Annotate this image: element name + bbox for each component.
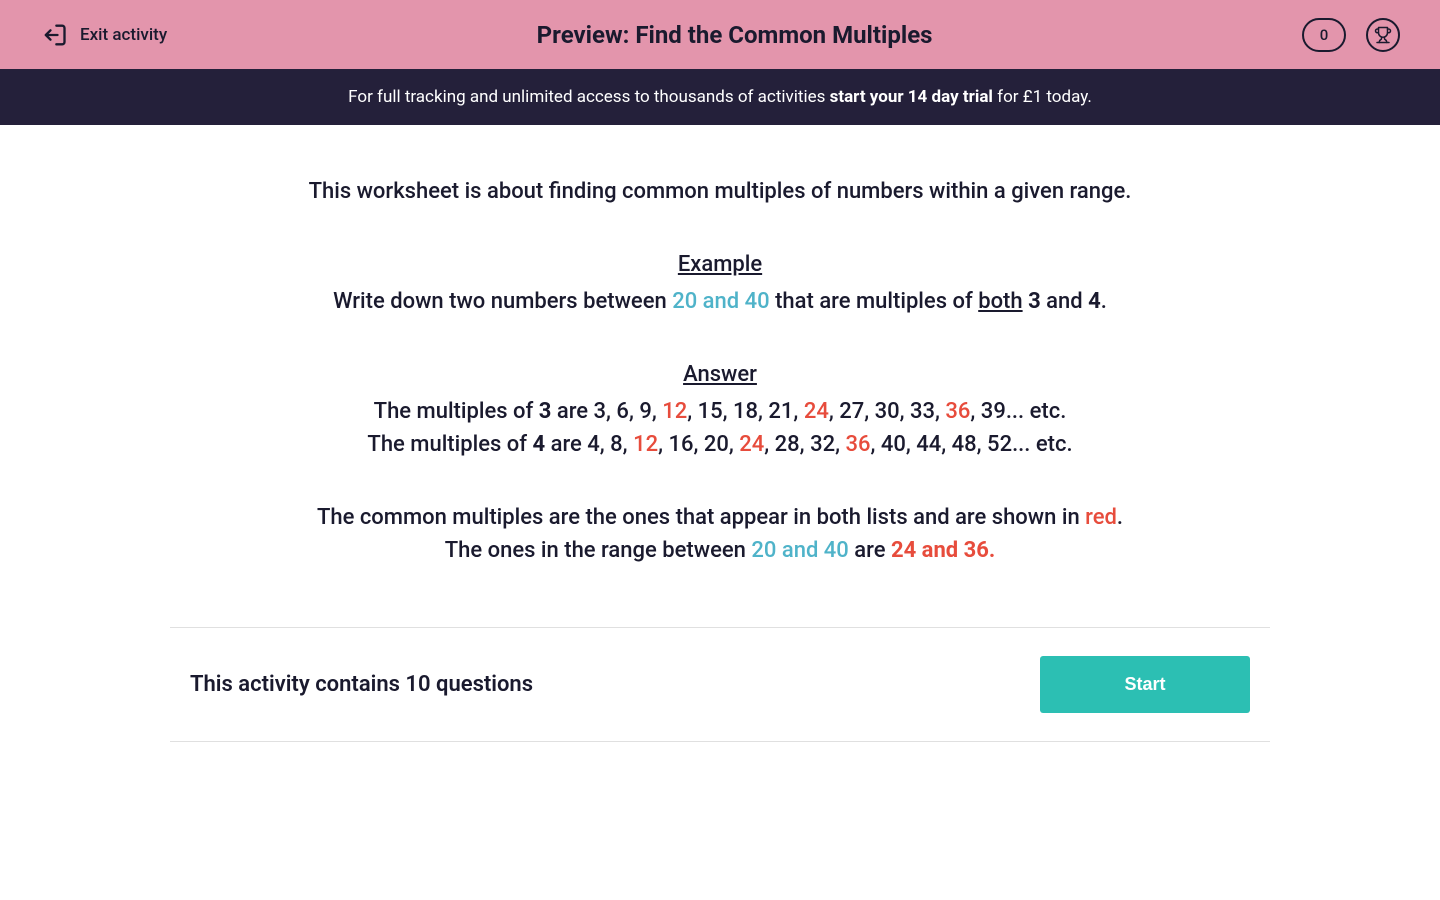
content-area: This worksheet is about finding common m… [170,125,1270,627]
example-block: Example Write down two numbers between 2… [190,248,1250,318]
exit-activity-button[interactable]: Exit activity [40,21,167,49]
trial-banner[interactable]: For full tracking and unlimited access t… [0,69,1440,125]
conclusion-line-2: The ones in the range between 20 and 40 … [190,534,1250,567]
banner-bold: start your 14 day trial [830,87,993,107]
answer-title: Answer [190,358,1250,391]
banner-suffix: for £1 today. [993,87,1092,107]
example-title: Example [190,248,1250,281]
exit-icon [40,21,68,49]
multiples-of-3: The multiples of 3 are 3, 6, 9, 12, 15, … [190,395,1250,428]
score-badge: 0 [1302,18,1346,52]
trophy-badge[interactable] [1366,18,1400,52]
range-text: 20 and 40 [672,289,769,314]
answer-block: Answer The multiples of 3 are 3, 6, 9, 1… [190,358,1250,461]
trophy-icon [1374,26,1392,44]
question-count-text: This activity contains 10 questions [190,672,533,697]
header-bar: Exit activity Preview: Find the Common M… [0,0,1440,69]
multiples-of-4: The multiples of 4 are 4, 8, 12, 16, 20,… [190,428,1250,461]
conclusion-line-1: The common multiples are the ones that a… [190,501,1250,534]
both-text: both [978,289,1022,314]
exit-activity-label: Exit activity [80,25,167,45]
footer-bar: This activity contains 10 questions Star… [170,627,1270,742]
intro-text: This worksheet is about finding common m… [190,175,1250,208]
banner-prefix: For full tracking and unlimited access t… [348,87,829,107]
conclusion-block: The common multiples are the ones that a… [190,501,1250,567]
start-button[interactable]: Start [1040,656,1250,713]
header-right: 0 [1302,18,1400,52]
page-title: Preview: Find the Common Multiples [537,21,933,49]
example-line: Write down two numbers between 20 and 40… [190,285,1250,318]
